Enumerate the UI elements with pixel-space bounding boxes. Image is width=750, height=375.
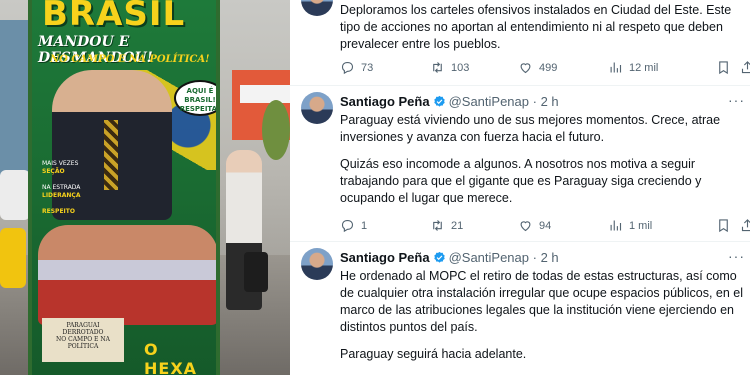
banner-subslogan: NO CAMPO E NA POLÍTICA!: [50, 54, 210, 65]
reply-icon: [341, 61, 354, 75]
tweet-time[interactable]: 2 h: [541, 94, 559, 109]
like-icon: [520, 221, 531, 232]
speech-bubble: AQUI É BRASIL! RESPEITA!: [174, 80, 220, 116]
tweet[interactable]: Santiago Peña @SantiPenap · 2 h ··· He or…: [290, 242, 750, 375]
like-button[interactable]: 94: [518, 218, 551, 233]
views-icon: [610, 62, 622, 73]
shop-sign: [240, 85, 290, 103]
tweet-paragraph: Paraguay está viviendo uno de sus mejore…: [340, 113, 721, 144]
views-button[interactable]: 1 mil: [608, 218, 652, 233]
like-icon: [520, 63, 531, 74]
tweet-text: Paraguay está viviendo uno de sus mejore…: [340, 112, 750, 217]
bookmark-button[interactable]: [716, 60, 731, 75]
views-button[interactable]: 12 mil: [608, 60, 658, 75]
building: [0, 20, 30, 180]
views-count: 12 mil: [629, 61, 659, 74]
plaque-line: DERROTADO: [62, 329, 104, 336]
tweet-actions: 73 103 499 12 mil: [340, 60, 750, 78]
bubble-line: AQUI É: [186, 87, 214, 95]
retweet-button[interactable]: 103: [430, 60, 469, 75]
author-handle[interactable]: @SantiPenap: [449, 94, 529, 109]
banner-list-value: LIDERANÇA: [42, 192, 81, 199]
tree: [262, 100, 290, 160]
reply-button[interactable]: 1: [340, 218, 367, 233]
more-options-button[interactable]: ···: [728, 248, 745, 264]
offensive-banner: BRASIL MANDOU E DESMANDOU! NO CAMPO E NA…: [28, 0, 220, 375]
avatar[interactable]: [301, 248, 333, 280]
tweet-paragraph: Paraguay seguirá hacia adelante.: [340, 347, 527, 361]
verified-badge-icon: [433, 95, 445, 107]
banner-list-label: MAIS VEZES: [42, 160, 79, 167]
views-icon: [610, 220, 622, 231]
like-count: 94: [539, 219, 552, 232]
banner-list-value: SEÇÃO: [42, 168, 65, 175]
separator-dot: ·: [532, 250, 537, 265]
tweet-paragraph: He ordenado al MOPC el retiro de todas d…: [340, 269, 744, 334]
avatar[interactable]: [301, 92, 333, 124]
tweet-actions: 1 21 94 1 mil: [340, 218, 750, 236]
plaque-line: PARAGUAI: [66, 322, 100, 329]
banner-tie: [104, 120, 118, 190]
author-name[interactable]: Santiago Peña: [340, 94, 430, 109]
avatar[interactable]: [301, 0, 333, 16]
banner-title: BRASIL: [42, 0, 186, 34]
tweet-paragraph: Quizás eso incomode a algunos. A nosotro…: [340, 157, 702, 205]
banner-brand: O HEXA: [144, 340, 198, 375]
reply-icon: [341, 219, 354, 233]
tweet-feed[interactable]: Deploramos los carteles ofensivos instal…: [290, 0, 750, 375]
share-button[interactable]: [740, 60, 750, 75]
bookmark-icon: [719, 61, 728, 75]
more-options-button[interactable]: ···: [728, 92, 745, 108]
reply-count: 1: [361, 219, 368, 232]
shopping-bag: [244, 252, 268, 292]
tweet-time[interactable]: 2 h: [541, 250, 559, 265]
banner-plaque: PARAGUAI DERROTADO NO CAMPO E NA POLÍTIC…: [42, 318, 124, 362]
like-count: 499: [539, 61, 558, 74]
parked-car: [0, 170, 30, 220]
news-photo: BRASIL MANDOU E DESMANDOU! NO CAMPO E NA…: [0, 0, 290, 375]
tweet-text: Deploramos los carteles ofensivos instal…: [340, 2, 750, 63]
verified-badge-icon: [433, 251, 445, 263]
tweet-paragraph: Deploramos los carteles ofensivos instal…: [340, 3, 732, 51]
retweet-count: 21: [451, 219, 464, 232]
share-button[interactable]: [740, 218, 750, 233]
author-handle[interactable]: @SantiPenap: [449, 250, 529, 265]
retweet-icon: [433, 220, 442, 231]
reply-count: 73: [361, 61, 374, 74]
like-button[interactable]: 499: [518, 60, 557, 75]
tweet-text: He ordenado al MOPC el retiro de todas d…: [340, 268, 750, 373]
banner-list: MAIS VEZES SEÇÃO NA ESTRADA LIDERANÇA RESP…: [42, 160, 98, 224]
motorcycle: [0, 228, 26, 288]
plaque-line: NO CAMPO E NA POLÍTICA: [56, 336, 110, 350]
tweet[interactable]: Deploramos los carteles ofensivos instal…: [290, 0, 750, 86]
retweet-icon: [433, 62, 442, 73]
author-name[interactable]: Santiago Peña: [340, 250, 430, 265]
retweet-button[interactable]: 21: [430, 218, 463, 233]
banner-list-label: NA ESTRADA: [42, 184, 81, 191]
share-icon: [741, 61, 750, 74]
tweet-header: Santiago Peña @SantiPenap · 2 h ···: [340, 92, 744, 110]
bubble-line: BRASIL!: [184, 96, 216, 104]
tweet-header: Santiago Peña @SantiPenap · 2 h ···: [340, 248, 744, 266]
banner-list-value: RESPEITO: [42, 208, 75, 215]
bookmark-icon: [719, 219, 728, 233]
bubble-line: RESPEITA!: [179, 105, 220, 113]
reply-button[interactable]: 73: [340, 60, 373, 75]
tweet[interactable]: Santiago Peña @SantiPenap · 2 h ··· Parag…: [290, 86, 750, 242]
bookmark-button[interactable]: [716, 218, 731, 233]
retweet-count: 103: [451, 61, 470, 74]
separator-dot: ·: [532, 94, 537, 109]
banner-figure-player: [38, 225, 216, 325]
share-icon: [741, 219, 750, 232]
views-count: 1 mil: [629, 219, 653, 232]
